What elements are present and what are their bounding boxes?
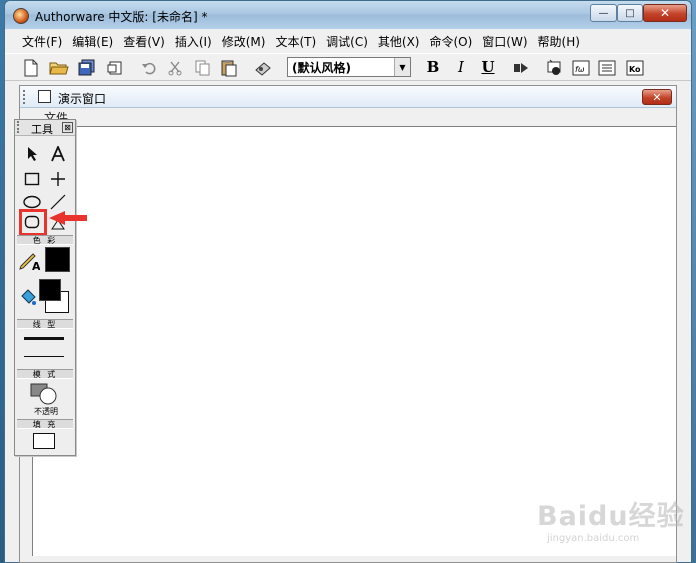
foreground-color-swatch[interactable] (39, 279, 61, 301)
menu-debug[interactable]: 调试(C) (321, 33, 373, 50)
open-folder-icon[interactable] (49, 58, 69, 78)
presentation-title: 演示窗口 (58, 92, 107, 106)
drag-handle[interactable] (23, 90, 28, 104)
main-window: Authorware 中文版: [未命名] * — □ ✕ 文件(F) 编辑(E… (4, 0, 692, 563)
opaque-mode-icon (30, 383, 57, 405)
presentation-close-button[interactable]: ✕ (642, 89, 672, 105)
svg-text:Ko: Ko (629, 65, 641, 74)
watermark-sub: jingyan.baidu.com (547, 533, 640, 544)
copy-icon[interactable] (193, 58, 213, 78)
menu-other[interactable]: 其他(X) (373, 33, 425, 50)
cut-icon[interactable] (165, 58, 185, 78)
save-all-icon[interactable] (77, 58, 97, 78)
line-color-swatch[interactable] (45, 247, 70, 272)
presentation-window-icon (38, 90, 51, 103)
functions-icon[interactable]: fω (571, 58, 591, 78)
svg-text:fω: fω (575, 65, 585, 74)
text-style-select[interactable]: (默认风格) ▼ (287, 57, 411, 77)
text-style-value: (默认风格) (292, 60, 351, 75)
menu-modify[interactable]: 修改(M) (217, 33, 271, 50)
presentation-canvas[interactable] (32, 126, 676, 556)
menu-insert[interactable]: 插入(I) (170, 33, 217, 50)
control-panel-icon[interactable] (545, 58, 565, 78)
new-file-icon[interactable] (21, 58, 41, 78)
tools-palette-close-button[interactable]: ⊠ (62, 122, 73, 133)
find-icon[interactable] (253, 58, 273, 78)
menu-window[interactable]: 窗口(W) (477, 33, 532, 50)
mode-label: 不透明 (34, 407, 58, 416)
svg-text:A: A (32, 260, 40, 271)
presentation-window: 演示窗口 ✕ 文件 (19, 85, 677, 563)
tools-palette-header[interactable]: 工具 ⊠ (15, 120, 75, 136)
undo-icon[interactable] (139, 58, 159, 78)
line-style-thin[interactable] (24, 356, 64, 357)
text-tool-icon[interactable] (47, 143, 69, 165)
toolbar: (默认风格) ▼ B I U fω Ko (5, 53, 691, 81)
title-bar[interactable]: Authorware 中文版: [未命名] * — □ ✕ (5, 1, 691, 29)
baidu-watermark: Baidu经验 jingyan.baidu.com (537, 494, 685, 544)
authorware-app-icon[interactable] (13, 8, 29, 24)
bold-button[interactable]: B (423, 57, 443, 77)
maximize-button[interactable]: □ (617, 4, 643, 22)
section-fill: 填 充 (17, 419, 73, 429)
variables-icon[interactable] (597, 58, 617, 78)
menu-text[interactable]: 文本(T) (270, 33, 321, 50)
highlight-box (19, 209, 47, 236)
rectangle-tool-icon[interactable] (21, 168, 43, 190)
chevron-down-icon[interactable]: ▼ (394, 58, 410, 76)
import-icon[interactable] (105, 58, 125, 78)
pointer-tool-icon[interactable] (21, 143, 43, 165)
line-style-thick[interactable] (24, 337, 64, 340)
tools-palette-title: 工具 (31, 123, 53, 136)
run-icon[interactable] (511, 58, 531, 78)
paste-icon[interactable] (219, 58, 239, 78)
italic-button[interactable]: I (451, 57, 471, 77)
knowledge-objects-icon[interactable]: Ko (625, 58, 645, 78)
red-arrow-icon (49, 211, 87, 225)
section-colors: 色 彩 (17, 235, 73, 245)
menu-view[interactable]: 查看(V) (118, 33, 170, 50)
line-color-pencil-icon[interactable]: A (18, 249, 40, 271)
mode-opaque-button[interactable]: 不透明 (23, 382, 69, 416)
section-mode: 模 式 (17, 369, 73, 379)
drag-handle[interactable] (17, 121, 22, 133)
close-button[interactable]: ✕ (643, 4, 687, 22)
presentation-title-bar[interactable]: 演示窗口 ✕ (20, 86, 676, 108)
fill-pattern-swatch[interactable] (33, 433, 55, 449)
menu-edit[interactable]: 编辑(E) (67, 33, 118, 50)
window-title: Authorware 中文版: [未命名] * (35, 10, 208, 24)
section-line: 线 型 (17, 319, 73, 329)
watermark-main: Baidu经验 (537, 501, 685, 532)
menu-help[interactable]: 帮助(H) (533, 33, 585, 50)
menu-bar: 文件(F) 编辑(E) 查看(V) 插入(I) 修改(M) 文本(T) 调试(C… (5, 31, 691, 51)
underline-button[interactable]: U (478, 57, 498, 77)
menu-commands[interactable]: 命令(O) (424, 33, 477, 50)
fill-color-bucket-icon[interactable] (18, 286, 40, 308)
line-tool-icon[interactable] (47, 168, 69, 190)
menu-file[interactable]: 文件(F) (17, 33, 67, 50)
minimize-button[interactable]: — (590, 4, 617, 22)
tools-palette: 工具 ⊠ 色 彩 A 线 型 模 式 不透明 填 充 (14, 119, 87, 456)
